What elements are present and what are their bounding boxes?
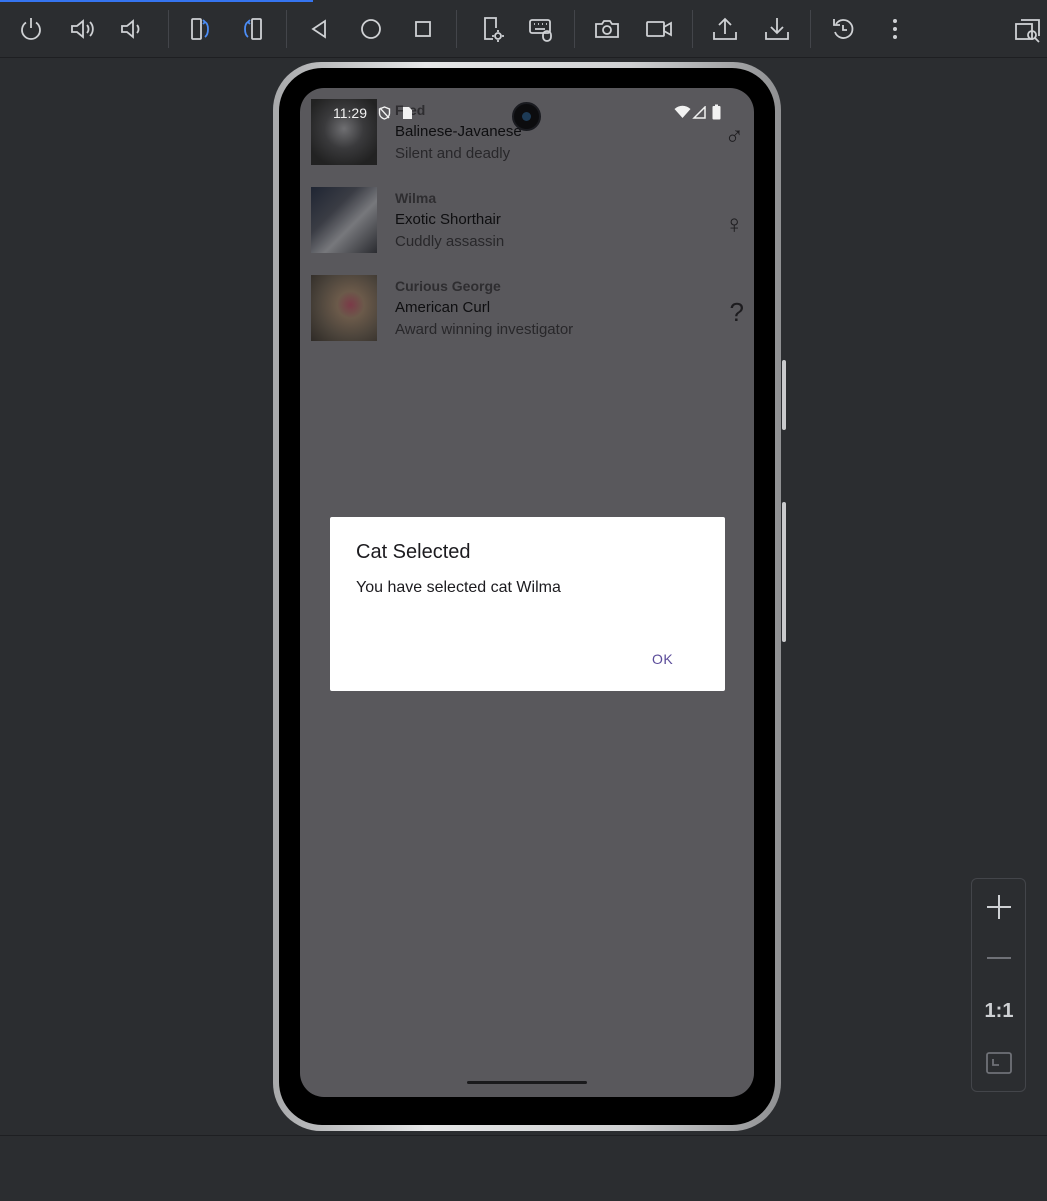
sim-card-icon — [403, 107, 412, 119]
volume-down-icon[interactable] — [111, 9, 151, 49]
screenshot-icon[interactable] — [587, 9, 627, 49]
list-item[interactable]: Wilma Exotic Shorthair Cuddly assassin ♀ — [300, 176, 754, 264]
status-bar: 11:29 — [300, 88, 754, 138]
device-volume-button[interactable] — [782, 502, 786, 642]
rotate-left-icon[interactable] — [180, 9, 220, 49]
dialog-message: You have selected cat Wilma — [356, 579, 561, 596]
emulator-toolbar — [0, 0, 1047, 58]
gesture-nav-handle[interactable] — [467, 1081, 587, 1084]
fit-to-window-icon[interactable] — [978, 1043, 1020, 1083]
list-item[interactable]: Curious George American Curl Award winni… — [300, 264, 754, 352]
overview-icon[interactable] — [403, 9, 443, 49]
device-settings-icon[interactable] — [471, 9, 511, 49]
reset-icon[interactable] — [823, 9, 863, 49]
power-icon[interactable] — [11, 9, 51, 49]
cat-name: Curious George — [395, 278, 501, 294]
shield-icon — [378, 106, 391, 120]
download-icon[interactable] — [757, 9, 797, 49]
keyboard-mouse-icon[interactable] — [521, 9, 561, 49]
rotate-right-icon[interactable] — [233, 9, 273, 49]
ok-button[interactable]: OK — [652, 651, 673, 667]
loading-progress-bar — [0, 0, 313, 2]
wifi-icon — [674, 105, 691, 118]
inspect-window-icon[interactable] — [1007, 9, 1047, 49]
cat-breed: American Curl — [395, 299, 491, 316]
front-camera — [512, 102, 541, 131]
dialog-title: Cat Selected — [356, 541, 471, 563]
zoom-controls: 1:1 — [971, 878, 1026, 1092]
cat-photo — [311, 275, 377, 341]
back-icon[interactable] — [299, 9, 339, 49]
zoom-out-icon[interactable] — [978, 938, 1020, 978]
female-icon: ♀ — [724, 209, 745, 239]
status-time: 11:29 — [333, 105, 367, 121]
more-icon[interactable] — [875, 9, 915, 49]
cat-name: Wilma — [395, 190, 437, 206]
alert-dialog: Cat Selected You have selected cat Wilma… — [330, 517, 725, 691]
cat-breed: Exotic Shorthair — [395, 211, 501, 228]
volume-up-icon[interactable] — [62, 9, 102, 49]
actual-size-button[interactable]: 1:1 — [978, 991, 1020, 1031]
cat-description: Cuddly assassin — [395, 233, 505, 250]
cat-description: Silent and deadly — [395, 145, 511, 162]
cat-photo — [311, 187, 377, 253]
zoom-in-icon[interactable] — [978, 887, 1020, 927]
bottom-panel — [0, 1135, 1047, 1201]
home-icon[interactable] — [351, 9, 391, 49]
cat-description: Award winning investigator — [395, 321, 574, 338]
device-side-button[interactable] — [782, 360, 786, 430]
upload-icon[interactable] — [705, 9, 745, 49]
unknown-gender-icon: ? — [729, 297, 744, 327]
cellular-signal-icon — [692, 106, 706, 119]
zoom-ratio-label: 1:1 — [984, 999, 1014, 1022]
battery-icon — [712, 104, 721, 120]
screen-record-icon[interactable] — [639, 9, 679, 49]
